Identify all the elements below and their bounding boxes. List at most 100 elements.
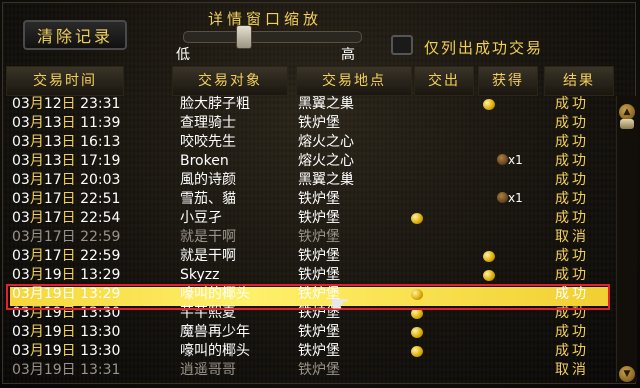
- column-header-give[interactable]: 交出: [414, 66, 474, 96]
- trade-time: 03月17日 22:54: [12, 210, 121, 226]
- trade-result: 成功: [555, 248, 589, 264]
- trade-player: 魔兽再少年: [180, 324, 250, 340]
- trade-result: 成功: [555, 115, 589, 131]
- trade-player: 脸大脖子粗: [180, 96, 250, 112]
- trade-result: 成功: [555, 324, 589, 340]
- table-row[interactable]: 03月19日 13:30 嚎叫的椰头 铁炉堡 成功: [0, 342, 610, 361]
- trade-place: 铁炉堡: [298, 267, 340, 283]
- trade-place: 铁炉堡: [298, 191, 340, 207]
- scroll-up-icon[interactable]: ▲: [619, 104, 635, 120]
- gold-coin-icon: [411, 213, 423, 224]
- trade-place: 黑翼之巢: [298, 172, 354, 188]
- table-row[interactable]: 03月17日 22:59 就是干啊 铁炉堡 取消: [0, 228, 610, 247]
- trade-time: 03月19日 13:29: [12, 267, 121, 283]
- gold-coin-icon: [411, 289, 423, 300]
- table-row[interactable]: 03月19日 13:29 嚎叫的椰头 铁炉堡 成功: [0, 285, 610, 304]
- trade-player: 查理骑士: [180, 115, 236, 131]
- table-row[interactable]: 03月19日 13:30 芊芊熙夏 铁炉堡 成功: [0, 304, 610, 323]
- trade-player: 就是干啊: [180, 229, 236, 245]
- gold-coin-icon: [483, 270, 495, 281]
- trade-result: 成功: [555, 153, 589, 169]
- trade-player: 小豆孑: [180, 210, 222, 226]
- trade-player: 嚎叫的椰头: [180, 286, 250, 302]
- trade-time: 03月13日 17:19: [12, 153, 121, 169]
- trade-result: 取消: [555, 362, 589, 378]
- trade-time: 03月19日 13:30: [12, 324, 121, 340]
- trade-player: Skyzz: [180, 267, 220, 283]
- gold-coin-icon: [411, 327, 423, 338]
- trade-place: 铁炉堡: [298, 324, 340, 340]
- column-header-get[interactable]: 获得: [478, 66, 538, 96]
- trade-time: 03月12日 23:31: [12, 96, 121, 112]
- scroll-thumb[interactable]: [620, 119, 634, 129]
- trade-place: 铁炉堡: [298, 210, 340, 226]
- trade-result: 成功: [555, 134, 589, 150]
- zoom-slider-low-label: 低: [176, 47, 190, 63]
- trade-time: 03月13日 16:13: [12, 134, 121, 150]
- trade-player: 風的诗颜: [180, 172, 236, 188]
- trade-result: 成功: [555, 172, 589, 188]
- table-row[interactable]: 03月19日 13:30 魔兽再少年 铁炉堡 成功: [0, 323, 610, 342]
- success-only-checkbox[interactable]: [391, 35, 413, 55]
- trade-result: 成功: [555, 267, 589, 283]
- table-header: 交易时间 交易对象 交易地点 交出 获得 结果: [6, 66, 616, 96]
- trade-time: 03月19日 13:30: [12, 343, 121, 359]
- trade-player: 就是干啊: [180, 248, 236, 264]
- trade-result: 取消: [555, 229, 589, 245]
- clear-records-button[interactable]: 清除记录: [23, 20, 127, 50]
- trade-place: 铁炉堡: [298, 115, 340, 131]
- trade-result: 成功: [555, 286, 589, 302]
- table-row[interactable]: 03月13日 11:39 查理骑士 铁炉堡 成功: [0, 114, 610, 133]
- trade-place: 铁炉堡: [298, 343, 340, 359]
- gold-coin-icon: [411, 346, 423, 357]
- zoom-slider-title: 详情窗口缩放: [208, 10, 323, 28]
- trade-place: 熔火之心: [298, 134, 354, 150]
- trade-result: 成功: [555, 96, 589, 112]
- trade-place: 黑翼之巢: [298, 96, 354, 112]
- table-row[interactable]: 03月13日 17:19 Broken 熔火之心 x1 成功: [0, 152, 610, 171]
- trade-player: 逍遥哥哥: [180, 362, 236, 378]
- gold-coin-icon: [483, 99, 495, 110]
- table-row[interactable]: 03月13日 16:13 咬咬先生 熔火之心 成功: [0, 133, 610, 152]
- trade-time: 03月17日 20:03: [12, 172, 121, 188]
- table-row[interactable]: 03月12日 23:31 脸大脖子粗 黑翼之巢 成功: [0, 95, 610, 114]
- column-header-player[interactable]: 交易对象: [172, 66, 288, 96]
- table-row[interactable]: 03月17日 22:59 就是干啊 铁炉堡 成功: [0, 247, 610, 266]
- trade-place: 铁炉堡: [298, 248, 340, 264]
- item-bag-icon: x1: [497, 153, 523, 167]
- gold-coin-icon: [411, 308, 423, 319]
- trade-player: Broken: [180, 153, 229, 169]
- trade-player: 嚎叫的椰头: [180, 343, 250, 359]
- table-row[interactable]: 03月17日 20:03 風的诗颜 黑翼之巢 成功: [0, 171, 610, 190]
- trade-place: 铁炉堡: [298, 362, 340, 378]
- item-bag-icon: x1: [497, 191, 523, 205]
- column-header-place[interactable]: 交易地点: [296, 66, 412, 96]
- hand-cursor-icon: ☛: [330, 292, 350, 317]
- trade-time: 03月17日 22:59: [12, 229, 121, 245]
- scrollbar[interactable]: ▲ ▼: [616, 96, 637, 382]
- success-only-label: 仅列出成功交易: [424, 39, 544, 57]
- trade-time: 03月19日 13:31: [12, 362, 121, 378]
- table-row[interactable]: 03月19日 13:31 逍遥哥哥 铁炉堡 取消: [0, 361, 610, 380]
- trade-result: 成功: [555, 343, 589, 359]
- zoom-slider-high-label: 高: [341, 47, 355, 63]
- trade-result: 成功: [555, 191, 589, 207]
- trade-result: 成功: [555, 305, 589, 321]
- table-row[interactable]: 03月17日 22:51 雪茄、貓 铁炉堡 x1 成功: [0, 190, 610, 209]
- trade-place: 熔火之心: [298, 153, 354, 169]
- column-header-time[interactable]: 交易时间: [6, 66, 124, 96]
- trade-player: 雪茄、貓: [180, 191, 236, 207]
- gold-coin-icon: [483, 251, 495, 262]
- trade-time: 03月13日 11:39: [12, 115, 121, 131]
- trade-time: 03月17日 22:59: [12, 248, 121, 264]
- trade-player: 芊芊熙夏: [180, 305, 236, 321]
- scroll-down-icon[interactable]: ▼: [619, 366, 635, 382]
- table-row[interactable]: 03月19日 13:29 Skyzz 铁炉堡 成功: [0, 266, 610, 285]
- zoom-slider-thumb[interactable]: [236, 25, 253, 49]
- trade-time: 03月19日 13:29: [12, 286, 121, 302]
- table-row[interactable]: 03月17日 22:54 小豆孑 铁炉堡 成功: [0, 209, 610, 228]
- zoom-slider[interactable]: [183, 25, 362, 49]
- trade-result: 成功: [555, 210, 589, 226]
- column-header-result[interactable]: 结果: [544, 66, 614, 96]
- trade-place: 铁炉堡: [298, 229, 340, 245]
